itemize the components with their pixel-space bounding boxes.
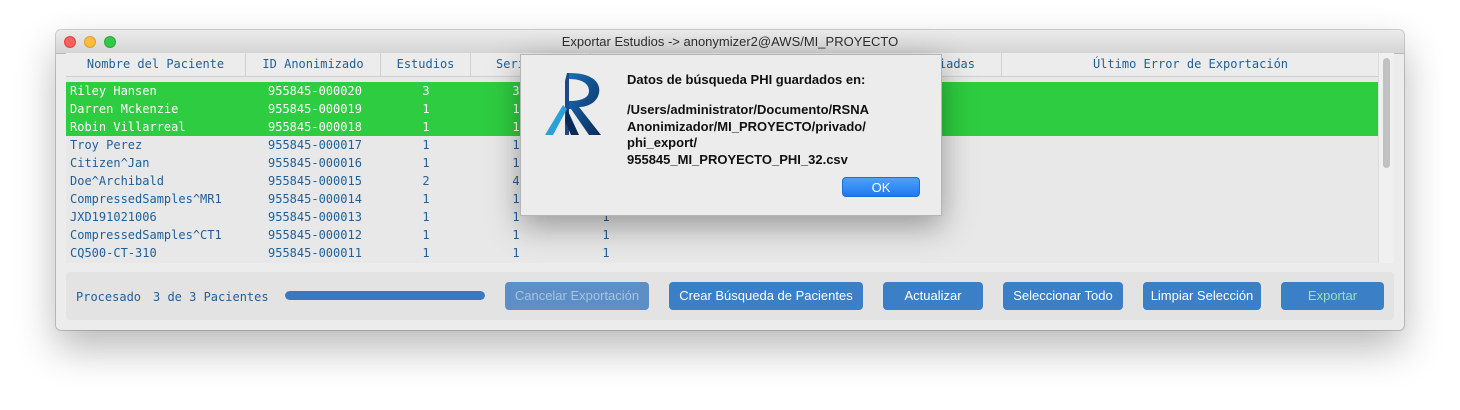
dialog-heading: Datos de búsqueda PHI guardados en:: [627, 72, 866, 87]
patient-name-cell: Troy Perez: [70, 138, 143, 152]
phi-saved-dialog: Datos de búsqueda PHI guardados en: /Use…: [520, 54, 942, 216]
studies-count-cell: 1: [422, 156, 430, 170]
anon-id-cell: 955845-000020: [268, 84, 362, 98]
col-header-anon-id[interactable]: ID Anonimizado: [246, 53, 381, 76]
studies-count-cell: 1: [422, 138, 430, 152]
path-line: phi_export/: [627, 135, 698, 150]
studies-count-cell: 1: [422, 102, 430, 116]
studies-count-cell: 1: [422, 120, 430, 134]
col-header-last-error[interactable]: Último Error de Exportación: [1002, 53, 1379, 76]
rsna-logo-icon: [545, 73, 601, 135]
instances-count-cell: 1: [602, 246, 610, 260]
anon-id-cell: 955845-000015: [268, 174, 362, 188]
col-header-patient-name[interactable]: Nombre del Paciente: [66, 53, 246, 76]
anon-id-cell: 955845-000012: [268, 228, 362, 242]
create-patient-search-button[interactable]: Crear Búsqueda de Pacientes: [669, 282, 863, 310]
patient-name-cell: CQ500-CT-310: [70, 246, 157, 260]
studies-count-cell: 1: [422, 192, 430, 206]
processed-label: Procesado: [76, 290, 142, 304]
scrollbar-thumb[interactable]: [1383, 58, 1390, 168]
path-line: Anonimizador/MI_PROYECTO/privado/: [627, 118, 866, 134]
studies-count-cell: 3: [422, 84, 430, 98]
patient-name-cell: Doe^Archibald: [70, 174, 164, 188]
table-row[interactable]: CQ500-CT-310 955845-000011 1 1 1: [66, 244, 1379, 262]
anon-id-cell: 955845-000017: [268, 138, 362, 152]
patient-name-cell: Citizen^Jan: [70, 156, 150, 170]
ok-button[interactable]: OK: [842, 177, 920, 197]
title-bar: Exportar Estudios -> anonymizer2@AWS/MI_…: [56, 30, 1404, 54]
patient-name-cell: CompressedSamples^CT1: [70, 228, 222, 242]
patient-name-cell: Darren Mckenzie: [70, 102, 179, 116]
anon-id-cell: 955845-000018: [268, 120, 362, 134]
studies-count-cell: 2: [422, 174, 430, 188]
patient-name-cell: Riley Hansen: [70, 84, 157, 98]
anon-id-cell: 955845-000013: [268, 210, 362, 224]
export-progress-bar: [285, 291, 485, 300]
footer-bar: Procesado 3 de 3 Pacientes Cancelar Expo…: [66, 272, 1394, 320]
vertical-scrollbar[interactable]: [1378, 53, 1394, 263]
instances-count-cell: 1: [602, 228, 610, 242]
clear-selection-button[interactable]: Limpiar Selección: [1143, 282, 1261, 310]
anon-id-cell: 955845-000014: [268, 192, 362, 206]
studies-count-cell: 1: [422, 228, 430, 242]
table-row[interactable]: CompressedSamples^CT1 955845-000012 1 1 1: [66, 226, 1379, 244]
dialog-file-path: /Users/administrator/Documento/RSNA Anon…: [627, 102, 869, 168]
select-all-button[interactable]: Seleccionar Todo: [1003, 282, 1123, 310]
patient-name-cell: JXD191021006: [70, 210, 157, 224]
processed-count: 3 de 3 Pacientes: [153, 290, 269, 304]
patient-name-cell: Robin Villarreal: [70, 120, 186, 134]
window-title: Exportar Estudios -> anonymizer2@AWS/MI_…: [561, 34, 899, 49]
cancel-export-button[interactable]: Cancelar Exportación: [505, 282, 649, 310]
col-header-studies[interactable]: Estudios: [381, 53, 471, 76]
anon-id-cell: 955845-000011: [268, 246, 362, 260]
anon-id-cell: 955845-000016: [268, 156, 362, 170]
series-count-cell: 1: [512, 228, 520, 242]
export-button[interactable]: Exportar: [1281, 282, 1384, 310]
patient-name-cell: CompressedSamples^MR1: [70, 192, 222, 206]
refresh-button[interactable]: Actualizar: [883, 282, 983, 310]
studies-count-cell: 1: [422, 210, 430, 224]
path-line: /Users/administrator/Documento/RSNA: [627, 102, 869, 117]
studies-count-cell: 1: [422, 246, 430, 260]
anon-id-cell: 955845-000019: [268, 102, 362, 116]
path-line: 955845_MI_PROYECTO_PHI_32.csv: [627, 151, 848, 167]
progress-fill: [285, 291, 485, 300]
series-count-cell: 1: [512, 246, 520, 260]
